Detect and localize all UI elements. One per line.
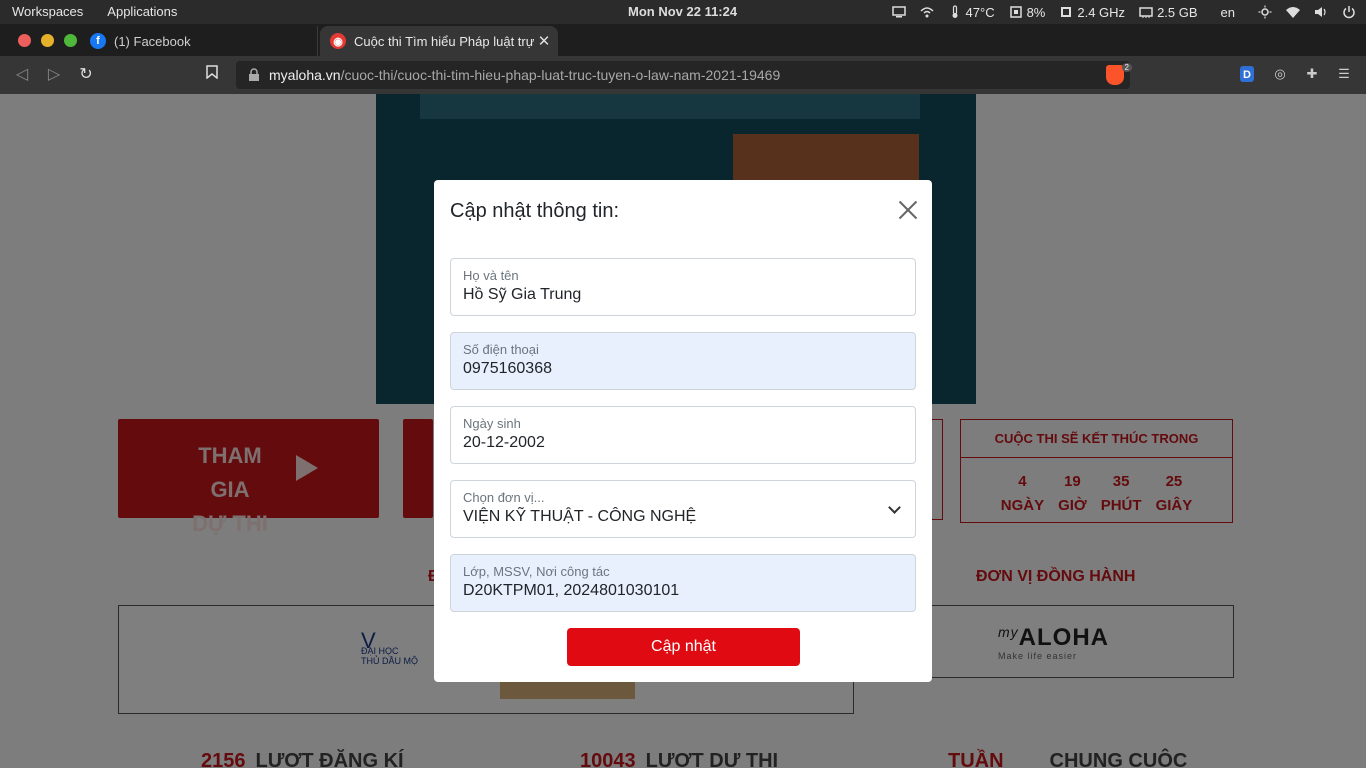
class-info-field[interactable]: Lớp, MSSV, Nơi công tác D20KTPM01, 20248… [450,554,916,612]
unit-label: Chọn đơn vị... [463,490,545,505]
browser-toolbar: ◁ ▷ ↻ myaloha.vn/cuoc-thi/cuoc-thi-tim-h… [0,56,1366,94]
workspaces-menu[interactable]: Workspaces [0,0,95,24]
shields-count-badge: 2 [1121,63,1132,72]
phone-field[interactable]: Số điện thoại 0975160368 [450,332,916,390]
cpu-frequency-stat: 2.4 GHz [1052,5,1132,20]
applications-menu[interactable]: Applications [95,0,189,24]
address-bar[interactable]: myaloha.vn/cuoc-thi/cuoc-thi-tim-hieu-ph… [236,61,1132,89]
spy-extension-icon[interactable]: ◎ [1271,66,1289,84]
cpu-frequency-value: 2.4 GHz [1077,4,1126,20]
tab-contest[interactable]: ◉ Cuộc thi Tìm hiểu Pháp luật trực ✕ [320,26,558,56]
unit-value[interactable]: VIỆN KỸ THUẬT - CÔNG NGHỆ [463,508,883,526]
birthday-field[interactable]: Ngày sinh 20-12-2002 [450,406,916,464]
temperature-stat: 47°C [941,5,1002,20]
brave-shields-icon[interactable]: 2 [1106,63,1132,85]
keyboard-language[interactable]: en [1205,5,1251,20]
close-window-button[interactable] [18,34,31,47]
thermometer-icon [952,5,958,18]
minimize-window-button[interactable] [41,34,54,47]
screen-icon[interactable] [885,5,913,19]
close-icon[interactable] [898,200,918,220]
system-top-bar: Workspaces Applications Mon Nov 22 11:24… [0,0,1366,24]
dashlane-extension-icon[interactable]: D [1240,66,1254,82]
cpu-icon [1009,6,1022,18]
back-icon[interactable]: ◁ [12,65,32,85]
extensions-puzzle-icon[interactable]: ✚ [1303,66,1321,84]
phone-value[interactable]: 0975160368 [463,360,883,378]
window-controls [18,34,77,47]
network-icon[interactable] [913,5,941,19]
memory-icon [1139,7,1153,18]
browser-tab-bar: f (1) Facebook ◉ Cuộc thi Tìm hiểu Pháp … [0,24,1366,75]
myaloha-icon: ◉ [330,33,346,49]
close-tab-icon[interactable]: ✕ [534,32,554,50]
tab-title: (1) Facebook [114,33,191,49]
system-clock[interactable]: Mon Nov 22 11:24 [628,0,737,24]
memory-stat: 2.5 GB [1132,5,1204,20]
birthday-label: Ngày sinh [463,416,521,431]
full-name-label: Họ và tên [463,268,519,283]
class-info-value[interactable]: D20KTPM01, 2024801030101 [463,582,883,600]
cpu-value: 8% [1026,4,1046,20]
power-icon[interactable] [1335,5,1366,19]
class-info-label: Lớp, MSSV, Nơi công tác [463,564,610,579]
tab-title: Cuộc thi Tìm hiểu Pháp luật trực [354,33,534,49]
full-name-field[interactable]: Họ và tên Hồ Sỹ Gia Trung [450,258,916,316]
unit-select[interactable]: Chọn đơn vị... VIỆN KỸ THUẬT - CÔNG NGHỆ [450,480,916,538]
system-tray: 47°C 8% 2.4 GHz 2.5 GB en [885,0,1366,24]
phone-label: Số điện thoại [463,342,539,357]
bookmark-icon[interactable] [202,65,222,85]
reload-icon[interactable]: ↻ [76,65,96,85]
lock-icon [249,68,259,81]
update-info-modal: Cập nhật thông tin: Họ và tên Hồ Sỹ Gia … [434,180,932,682]
forward-icon[interactable]: ▷ [44,65,64,85]
brightness-icon[interactable] [1251,5,1279,19]
update-button[interactable]: Cập nhật [567,628,800,666]
facebook-icon: f [90,33,106,49]
maximize-window-button[interactable] [64,34,77,47]
memory-value: 2.5 GB [1157,4,1198,20]
birthday-value[interactable]: 20-12-2002 [463,434,883,452]
tab-facebook[interactable]: f (1) Facebook [84,26,318,56]
volume-icon[interactable] [1307,5,1335,19]
url-host: myaloha.vn [269,67,341,83]
modal-title: Cập nhật thông tin: [450,200,620,222]
wifi-icon[interactable] [1279,5,1307,19]
url-path: /cuoc-thi/cuoc-thi-tim-hieu-phap-luat-tr… [340,67,781,83]
chevron-down-icon[interactable] [888,501,901,514]
full-name-value[interactable]: Hồ Sỹ Gia Trung [463,286,883,304]
browser-menu-icon[interactable]: ☰ [1335,66,1353,84]
cpu-stat: 8% [1002,5,1053,20]
chip-icon [1061,7,1072,17]
temperature-value: 47°C [965,4,995,20]
